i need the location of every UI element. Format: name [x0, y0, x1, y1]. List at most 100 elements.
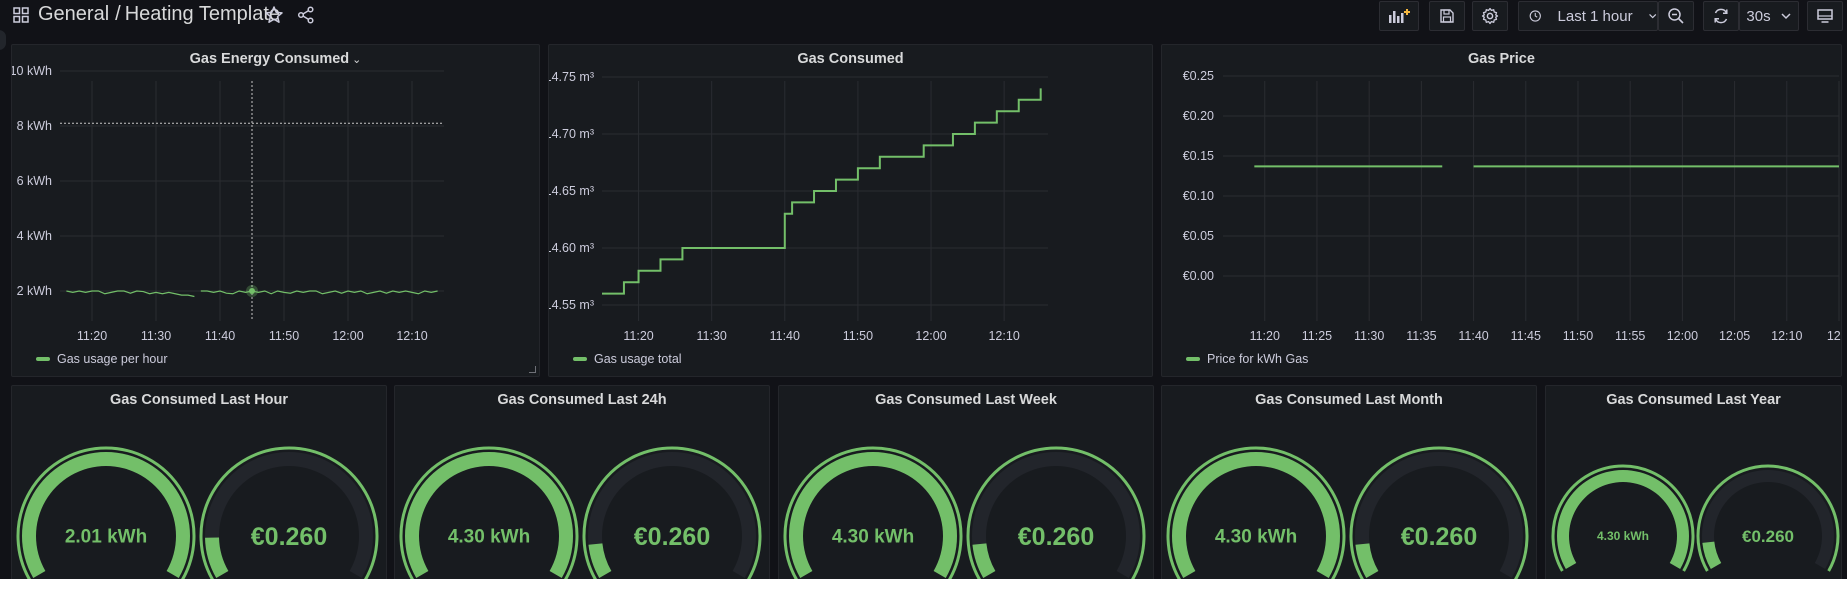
refresh-interval-picker[interactable]: 30s: [1739, 1, 1799, 31]
gauge-threshold-ring: [199, 446, 379, 579]
x-tick-label: 11:30: [696, 329, 726, 343]
x-tick-label: 12:10: [396, 329, 427, 343]
x-tick-label: 11:50: [269, 329, 299, 343]
gauge-value-text: €0.260: [251, 523, 327, 551]
gauge-threshold-ring: [966, 446, 1146, 579]
gauge-group: 4.30 kWh €0.260: [1166, 446, 1529, 579]
time-range-label: Last 1 hour: [1557, 7, 1633, 25]
gauge-value-text: 2.01 kWh: [65, 527, 147, 548]
settings-icon: [1481, 7, 1499, 25]
zoom-out-button[interactable]: [1658, 1, 1694, 31]
y-tick-label: €0.25: [1183, 69, 1214, 83]
price-chart[interactable]: €0.00 €0.05 €0.10 €0.15 €0.20 €0.25 11:20 11:25…: [1162, 45, 1841, 376]
panel-resize-handle[interactable]: [529, 366, 536, 373]
y-tick-label: €0.15: [1183, 149, 1214, 163]
y-tick-label: €0.20: [1183, 109, 1214, 123]
legend-color-swatch: [573, 357, 587, 361]
x-tick-label: 11:30: [141, 329, 171, 343]
x-tick-label: 12:00: [915, 329, 946, 343]
breadcrumb-separator: /: [115, 3, 121, 25]
gauge-threshold-ring: [399, 446, 579, 579]
legend-label: Price for kWh Gas: [1207, 352, 1309, 366]
x-tick-label: 11:40: [770, 329, 800, 343]
legend-label: Gas usage per hour: [57, 352, 168, 366]
x-tick-label: 11:20: [77, 329, 107, 343]
gauge-threshold-ring: [1349, 446, 1529, 579]
gauge-threshold-ring: [783, 446, 963, 579]
apps-grid-icon[interactable]: [13, 7, 29, 23]
x-tick-label: 11:45: [1511, 329, 1541, 343]
panel-gas-consumed-last-hour: Gas Consumed Last Hour 2.01 kWh €0.260: [11, 385, 387, 579]
x-tick-label: 11:20: [1250, 329, 1280, 343]
save-icon: [1440, 9, 1454, 23]
sidebar-toggle[interactable]: [0, 30, 6, 50]
gauge-value-text: €0.260: [1401, 523, 1477, 551]
x-tick-label: 11:30: [1354, 329, 1384, 343]
panel-gas-price: Gas Price €0.00 €0.05 €0.10 €0.15 €0.20 €0.25…: [1161, 44, 1842, 377]
add-panel-icon: [1389, 9, 1410, 23]
legend-item[interactable]: Gas usage total: [573, 352, 682, 366]
add-panel-button[interactable]: [1379, 1, 1419, 31]
x-tick-label: 11:40: [1458, 329, 1488, 343]
zoom-out-icon: [1668, 8, 1684, 24]
panel-gas-consumed-last-month: Gas Consumed Last Month 4.30 kWh €0.260: [1161, 385, 1537, 579]
x-tick-label: 11:35: [1406, 329, 1436, 343]
clock-icon: [1529, 10, 1541, 22]
panel-gas-consumed-last-24h: Gas Consumed Last 24h 4.30 kWh €0.260: [394, 385, 770, 579]
refresh-icon: [1714, 8, 1728, 24]
breadcrumb: General / Heating Template: [38, 3, 280, 26]
star-icon[interactable]: [264, 5, 284, 25]
gauge-group: 4.30 kWh €0.260: [783, 446, 1146, 579]
breadcrumb-folder[interactable]: General: [38, 3, 109, 25]
gauge-threshold-ring: [1166, 446, 1346, 579]
y-tick-label: 14.75 m³: [549, 70, 594, 84]
x-tick-label: 12:10: [988, 329, 1019, 343]
dashboard-app: General / Heating Template Last 1 hour 3…: [0, 0, 1847, 579]
energy-chart[interactable]: 2 kWh 4 kWh 6 kWh 8 kWh 10 kWh 11:20 11:30 11:4…: [12, 45, 539, 376]
tv-mode-button[interactable]: [1807, 1, 1843, 31]
y-tick-label: 6 kWh: [17, 174, 52, 188]
gauge-threshold-ring: [16, 446, 196, 579]
x-tick-label: 12:10: [1771, 329, 1802, 343]
hover-point: [249, 288, 255, 294]
gauge-value-text: 4.30 kWh: [832, 527, 914, 548]
x-tick-label: 12:00: [1667, 329, 1698, 343]
save-dashboard-button[interactable]: [1429, 1, 1465, 31]
x-tick-label: 11:20: [623, 329, 653, 343]
panel-gas-consumed-last-week: Gas Consumed Last Week 4.30 kWh €0.260: [778, 385, 1154, 579]
x-tick-label: 11:40: [205, 329, 235, 343]
dashboard-navbar: General / Heating Template Last 1 hour 3…: [0, 0, 1847, 32]
refresh-button[interactable]: [1703, 1, 1739, 31]
share-icon[interactable]: [297, 6, 315, 24]
tv-mode-icon: [1817, 9, 1833, 23]
x-tick-label: 12:1: [1827, 329, 1841, 343]
y-tick-label: 10 kWh: [12, 64, 52, 78]
x-tick-label: 11:50: [843, 329, 873, 343]
x-tick-label: 12:05: [1719, 329, 1750, 343]
legend-item[interactable]: Price for kWh Gas: [1186, 352, 1308, 366]
time-range-picker[interactable]: Last 1 hour: [1518, 1, 1658, 31]
panel-gas-energy-consumed: Gas Energy Consumed ⌄ 2 kWh 4 kWh 6 kWh 8 kW…: [11, 44, 540, 377]
chevron-down-icon: [1648, 14, 1656, 19]
y-tick-label: 14.60 m³: [549, 241, 594, 255]
x-tick-label: 11:50: [1563, 329, 1593, 343]
gauge-value-text: 4.30 kWh: [448, 527, 530, 548]
y-tick-label: 2 kWh: [17, 284, 52, 298]
legend-item[interactable]: Gas usage per hour: [36, 352, 168, 366]
consumed-chart[interactable]: 14.55 m³ 14.60 m³ 14.65 m³ 14.70 m³ 14.75 m³…: [549, 45, 1152, 376]
y-tick-label: €0.05: [1183, 229, 1214, 243]
y-tick-label: 14.70 m³: [549, 127, 594, 141]
y-tick-label: €0.00: [1183, 269, 1214, 283]
gauge-group: 4.30 kWh €0.260: [1551, 464, 1840, 572]
gauge-group: 4.30 kWh €0.260: [399, 446, 762, 579]
y-tick-label: 14.55 m³: [549, 298, 594, 312]
gauge-value-text: €0.260: [1742, 527, 1794, 546]
gauge-value-text: 4.30 kWh: [1597, 529, 1649, 543]
dashboard-title[interactable]: Heating Template: [125, 3, 280, 25]
x-tick-label: 12:00: [332, 329, 363, 343]
gauge-value-text: 4.30 kWh: [1215, 527, 1297, 548]
y-tick-label: €0.10: [1183, 189, 1214, 203]
legend-color-swatch: [1186, 357, 1200, 361]
x-tick-label: 11:55: [1615, 329, 1645, 343]
dashboard-settings-button[interactable]: [1472, 1, 1508, 31]
